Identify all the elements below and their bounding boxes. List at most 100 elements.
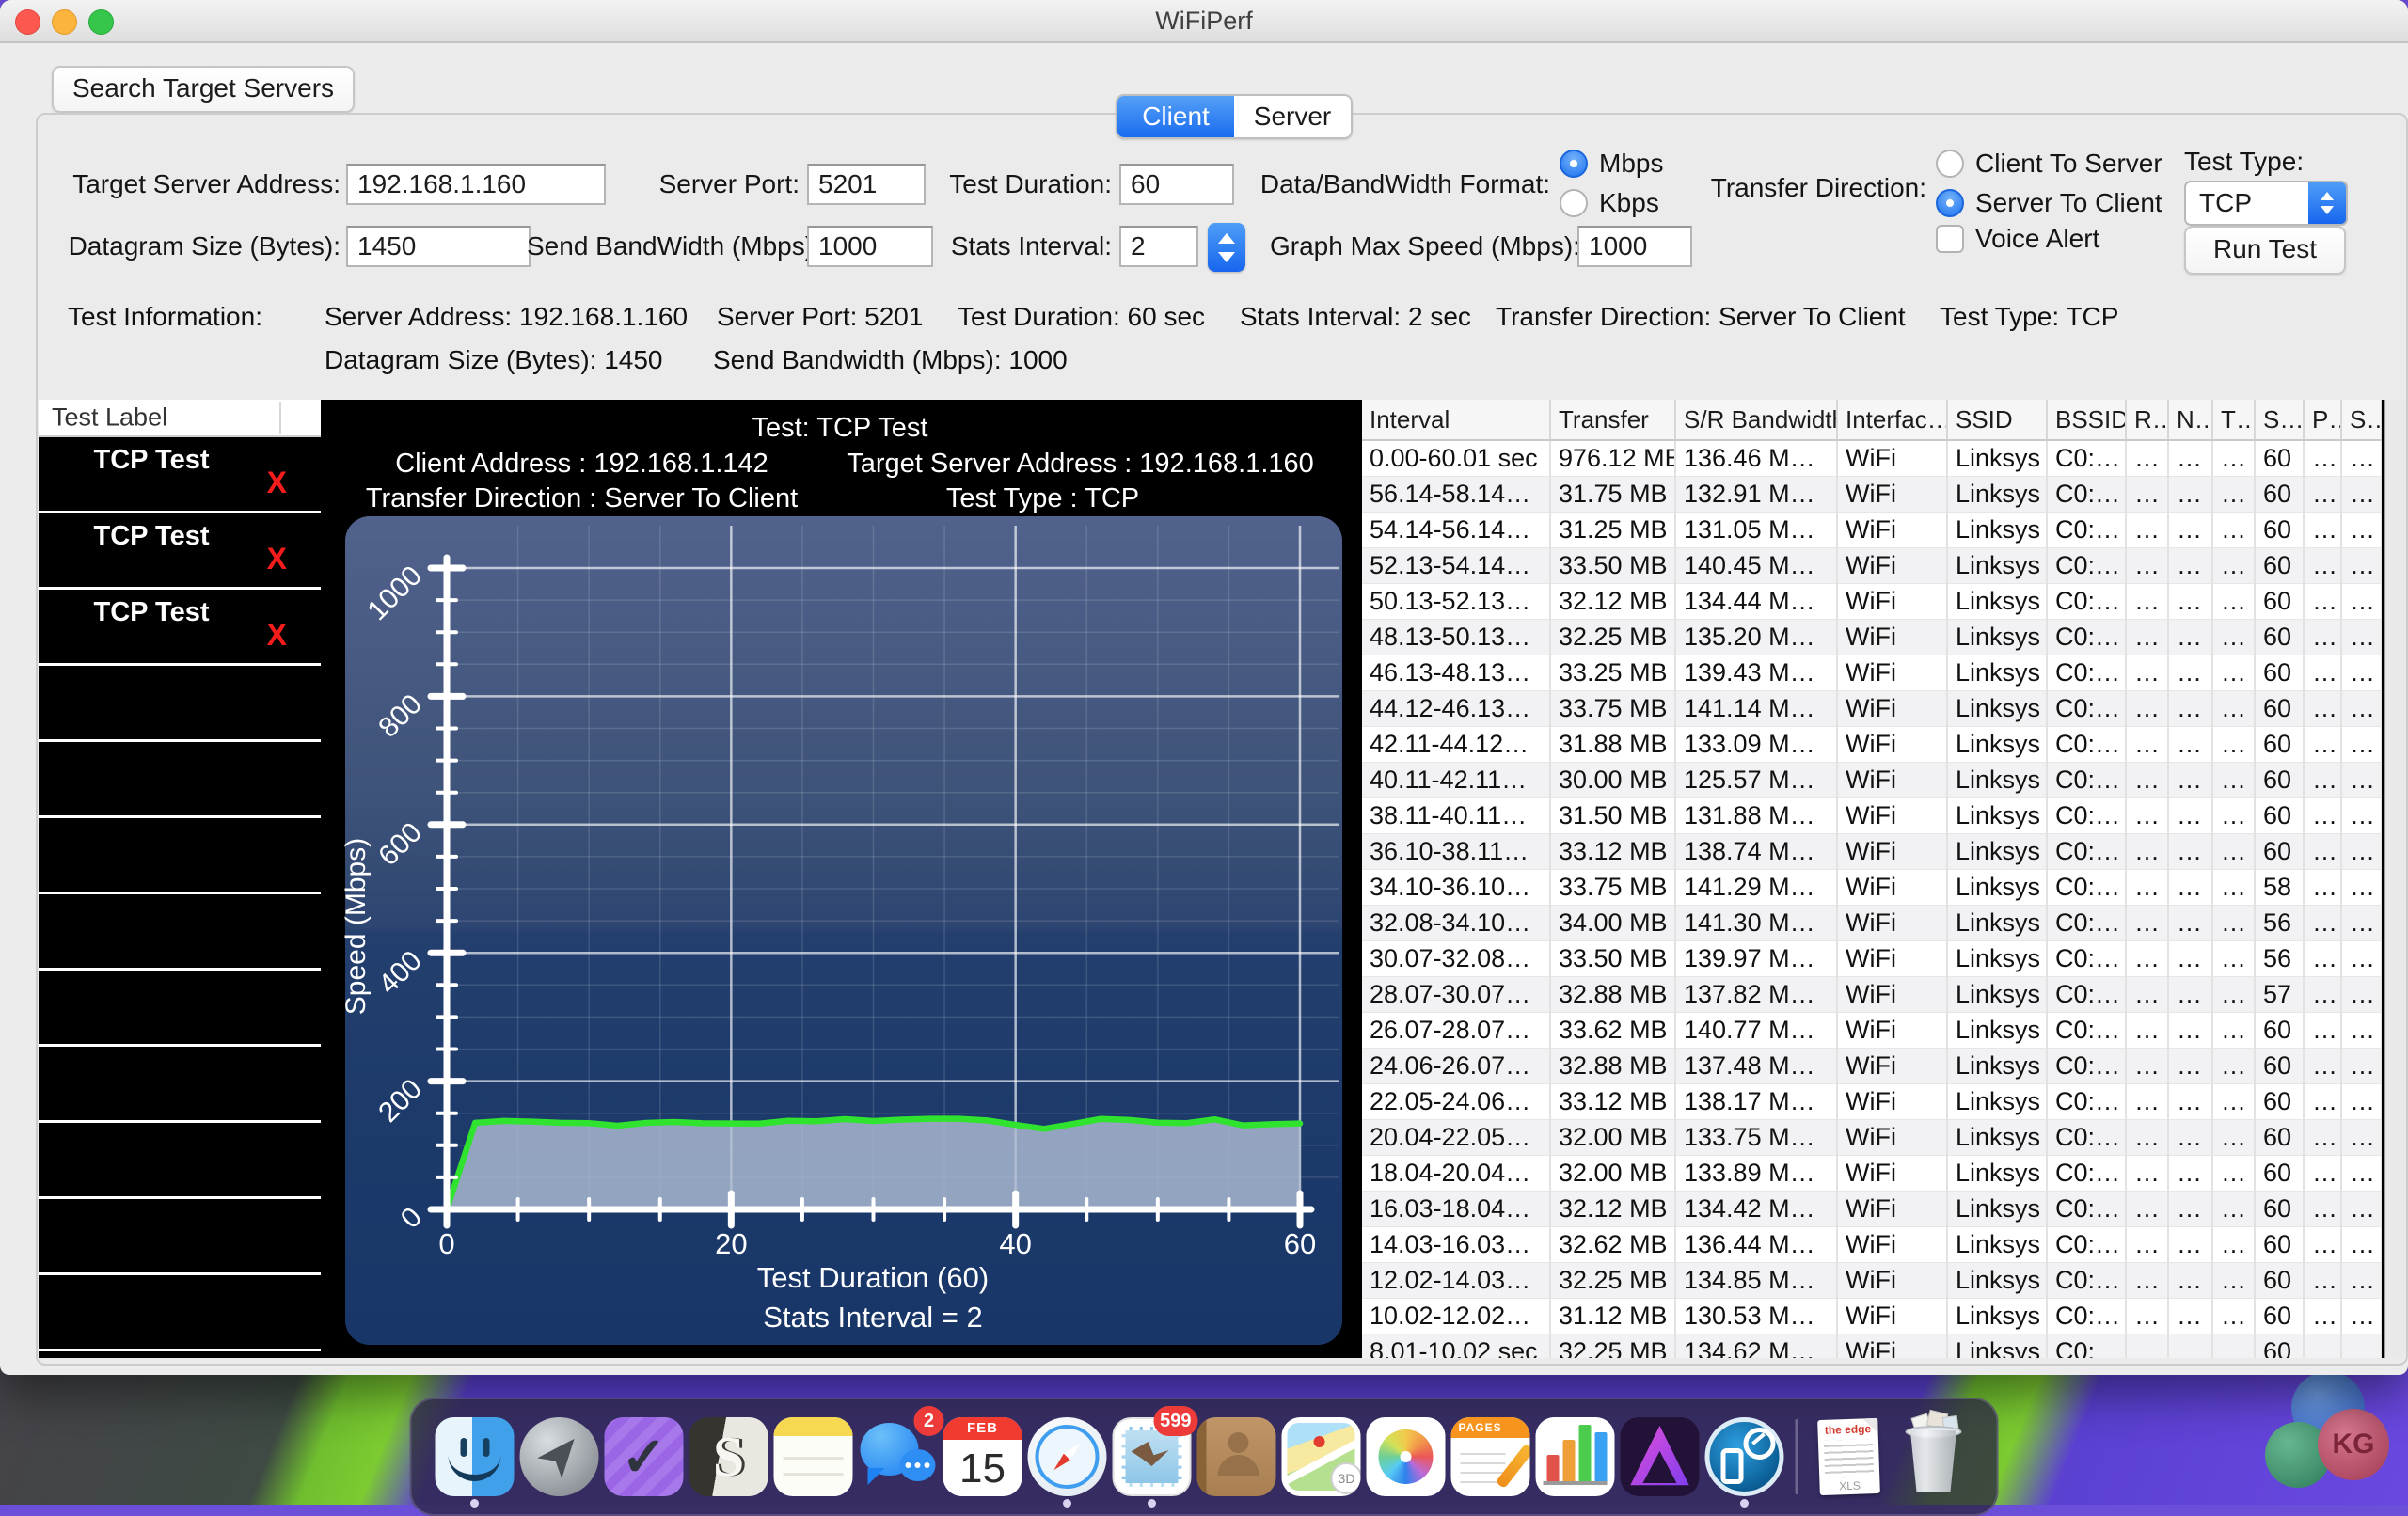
tab-client[interactable]: Client (1117, 96, 1234, 137)
column-header[interactable]: S… (2341, 400, 2382, 441)
column-header[interactable]: R… (2126, 400, 2169, 441)
column-header[interactable]: Transfer (1550, 400, 1676, 441)
table-row[interactable]: 22.05-24.06… 33.12 MB 138.17 M… WiFi Linksys… (1362, 1083, 2382, 1120)
omnifocus-icon[interactable]: ✓ (602, 1404, 687, 1509)
table-row[interactable]: 8.01-10.02 sec 32.25 MB 134.62 M… WiFi Links… (1362, 1334, 2382, 1358)
table-row[interactable]: 48.13-50.13… 32.25 MB 135.20 M… WiFi Linksys… (1362, 619, 2382, 655)
test-list-item[interactable]: TCP Test X (39, 590, 321, 666)
table-row[interactable]: 28.07-30.07… 32.88 MB 137.82 M… WiFi Linksys… (1362, 976, 2382, 1013)
maps-icon[interactable]: 3D (1279, 1404, 1364, 1509)
documents-icon[interactable]: the edge XLS (1807, 1404, 1892, 1509)
table-cell: … (2126, 1155, 2169, 1192)
column-header[interactable]: Interval (1362, 400, 1551, 441)
table-row[interactable]: 18.04-20.04… 32.00 MB 133.89 M… WiFi Linksys… (1362, 1155, 2382, 1192)
column-header[interactable]: T… (2212, 400, 2256, 441)
table-row[interactable]: 12.02-14.03… 32.25 MB 134.85 M… WiFi Linksys… (1362, 1262, 2382, 1299)
table-row[interactable]: 30.07-32.08… 33.50 MB 139.97 M… WiFi Linksys… (1362, 940, 2382, 977)
table-row[interactable]: 16.03-18.04… 32.12 MB 134.42 M… WiFi Linksys… (1362, 1191, 2382, 1227)
pages-icon[interactable]: PAGES (1449, 1404, 1533, 1509)
column-header[interactable]: N… (2168, 400, 2213, 441)
voice-alert-checkbox-row[interactable]: Voice Alert (1936, 223, 2099, 255)
launchpad-icon[interactable] (517, 1404, 602, 1509)
trash-icon[interactable] (1892, 1404, 1976, 1509)
notes-icon[interactable] (771, 1404, 856, 1509)
affinity-photo-icon[interactable] (1618, 1404, 1703, 1509)
numbers-icon[interactable] (1533, 1404, 1618, 1509)
test-list-item[interactable] (39, 818, 321, 894)
column-header[interactable]: S/R Bandwidth (1675, 400, 1838, 441)
table-row[interactable]: 0.00-60.01 sec 976.12 MB 136.46 M… WiFi Link… (1362, 440, 2382, 477)
table-row[interactable]: 42.11-44.12… 31.88 MB 133.09 M… WiFi Linksys… (1362, 726, 2382, 763)
table-row[interactable]: 24.06-26.07… 32.88 MB 137.48 M… WiFi Linksys… (1362, 1048, 2382, 1084)
table-row[interactable]: 32.08-34.10… 34.00 MB 141.30 M… WiFi Linksys… (1362, 905, 2382, 941)
table-row[interactable]: 34.10-36.10… 33.75 MB 141.29 M… WiFi Linksys… (1362, 869, 2382, 906)
messages-icon[interactable]: 2 (856, 1404, 944, 1509)
radio-server-to-client-circle[interactable] (1936, 189, 1964, 217)
test-list-item[interactable] (39, 971, 321, 1047)
table-row[interactable]: 38.11-40.11… 31.50 MB 131.88 M… WiFi Linksys… (1362, 797, 2382, 834)
test-list-item[interactable] (39, 1047, 321, 1123)
target-server-address-field[interactable] (346, 164, 606, 205)
datagram-size-field[interactable] (346, 226, 531, 267)
radio-kbps[interactable]: Kbps (1560, 187, 1659, 219)
radio-kbps-circle[interactable] (1560, 189, 1588, 217)
test-list-item[interactable] (39, 742, 321, 818)
server-port-field[interactable] (807, 164, 926, 205)
table-row[interactable]: 36.10-38.11… 33.12 MB 138.74 M… WiFi Linksys… (1362, 833, 2382, 870)
table-scrollbar[interactable] (2384, 400, 2406, 1358)
voice-alert-checkbox[interactable] (1936, 225, 1964, 253)
stats-interval-field[interactable] (1119, 226, 1198, 267)
test-list-item[interactable]: TCP Test X (39, 513, 321, 590)
radio-client-to-server[interactable]: Client To Server (1936, 148, 2162, 180)
delete-test-button[interactable]: X (267, 544, 287, 574)
column-header[interactable]: SSID (1947, 400, 2048, 441)
test-list-header[interactable]: Test Label (39, 400, 321, 437)
table-row[interactable]: 46.13-48.13… 33.25 MB 139.43 M… WiFi Linksys… (1362, 655, 2382, 691)
test-list-item[interactable]: TCP Test X (39, 437, 321, 513)
table-row[interactable]: 54.14-56.14… 31.25 MB 131.05 M… WiFi Linksys… (1362, 512, 2382, 548)
table-row[interactable]: 56.14-58.14… 31.75 MB 132.91 M… WiFi Linksys… (1362, 476, 2382, 513)
radio-mbps-circle[interactable] (1560, 150, 1588, 178)
radio-client-to-server-circle[interactable] (1936, 150, 1964, 178)
test-type-dropdown[interactable]: TCP (2184, 181, 2348, 226)
wifiperf-icon[interactable] (1703, 1404, 1787, 1509)
test-duration-field[interactable] (1119, 164, 1234, 205)
table-row[interactable]: 14.03-16.03… 32.62 MB 136.44 M… WiFi Linksys… (1362, 1226, 2382, 1263)
stats-interval-stepper[interactable] (1208, 223, 1245, 272)
test-list-item[interactable] (39, 1199, 321, 1275)
delete-test-button[interactable]: X (267, 467, 287, 497)
contacts-icon[interactable] (1195, 1404, 1279, 1509)
radio-mbps[interactable]: Mbps (1560, 148, 1663, 180)
table-row[interactable]: 40.11-42.11… 30.00 MB 125.57 M… WiFi Linksys… (1362, 762, 2382, 798)
safari-icon[interactable] (1025, 1404, 1110, 1509)
title-bar[interactable]: WiFiPerf (0, 0, 2408, 43)
table-row[interactable]: 20.04-22.05… 32.00 MB 133.75 M… WiFi Linksys… (1362, 1119, 2382, 1156)
graph-max-speed-field[interactable] (1577, 226, 1692, 267)
stepper-down-icon[interactable] (1218, 251, 1235, 262)
table-row[interactable]: 26.07-28.07… 33.62 MB 140.77 M… WiFi Linksys… (1362, 1012, 2382, 1049)
scrivener-icon[interactable]: S (687, 1404, 771, 1509)
test-list-item[interactable] (39, 666, 321, 742)
column-header[interactable]: BSSID (2047, 400, 2127, 441)
run-test-button[interactable]: Run Test (2184, 226, 2346, 275)
column-header[interactable]: S… (2255, 400, 2305, 441)
finder-icon[interactable] (433, 1404, 517, 1509)
test-list-item[interactable] (39, 1123, 321, 1199)
mail-icon[interactable]: 599 (1110, 1404, 1198, 1509)
send-bandwidth-field[interactable] (807, 226, 933, 267)
radio-server-to-client[interactable]: Server To Client (1936, 187, 2162, 219)
photos-icon[interactable] (1364, 1404, 1449, 1509)
table-row[interactable]: 50.13-52.13… 32.12 MB 134.44 M… WiFi Linksys… (1362, 583, 2382, 620)
tab-server[interactable]: Server (1234, 96, 1351, 137)
search-target-servers-button[interactable]: Search Target Servers (52, 66, 355, 113)
table-row[interactable]: 10.02-12.02… 31.12 MB 130.53 M… WiFi Linksys… (1362, 1298, 2382, 1334)
column-header[interactable]: Interfac… (1837, 400, 1948, 441)
table-row[interactable]: 44.12-46.13… 33.75 MB 141.14 M… WiFi Linksys… (1362, 690, 2382, 727)
delete-test-button[interactable]: X (267, 620, 287, 650)
table-row[interactable]: 52.13-54.14… 33.50 MB 140.45 M… WiFi Linksys… (1362, 547, 2382, 584)
test-list-item[interactable] (39, 1275, 321, 1351)
calendar-icon[interactable]: FEB 15 (941, 1404, 1025, 1509)
column-header[interactable]: P… (2304, 400, 2342, 441)
stepper-up-icon[interactable] (1218, 232, 1235, 244)
test-list-item[interactable] (39, 894, 321, 971)
